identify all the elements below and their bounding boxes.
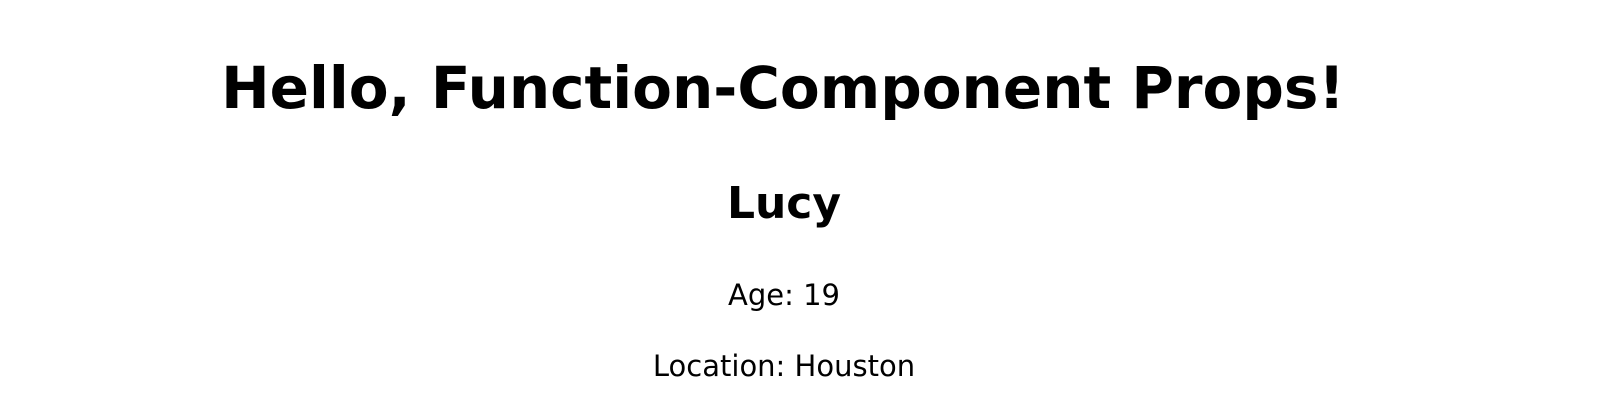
app-container: Hello, Function-Component Props! Lucy Ag… <box>0 0 1600 400</box>
profile-location: Location: Houston <box>652 349 916 383</box>
page-title: Hello, Function-Component Props! <box>221 54 1345 122</box>
profile-age: Age: 19 <box>728 278 840 312</box>
profile-name: Lucy <box>726 178 842 229</box>
